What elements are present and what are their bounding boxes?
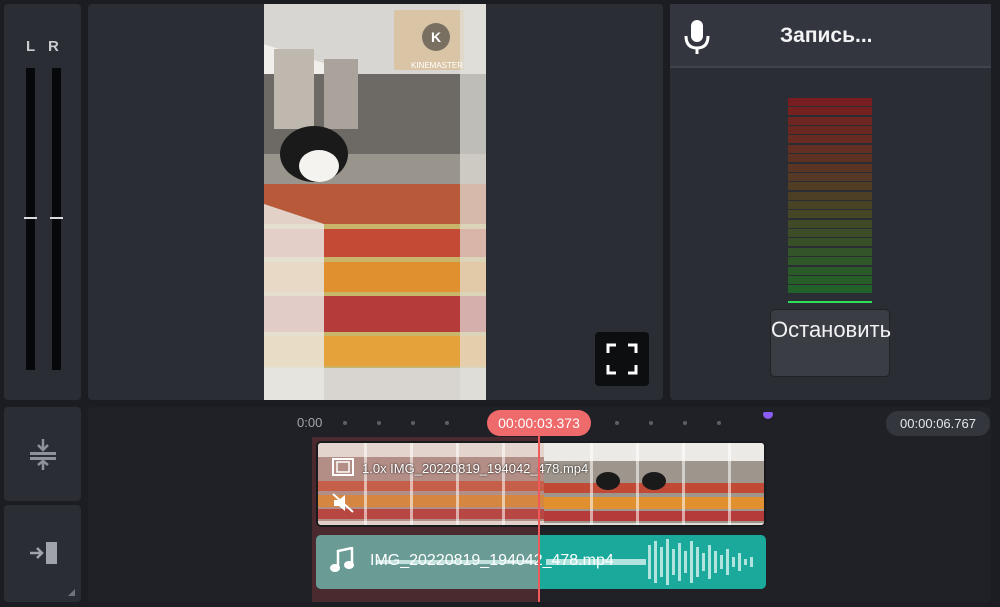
level-segment bbox=[788, 172, 872, 181]
timeline-panel[interactable]: 0:00 00:00:06.767 1.0x IMG_20220819_1940… bbox=[88, 407, 991, 602]
level-segment bbox=[788, 266, 872, 275]
right-channel-meter bbox=[52, 68, 61, 370]
jump-to-end-tool[interactable] bbox=[4, 505, 81, 602]
audio-clip[interactable]: IMG_20220819_194042_478.mp4 bbox=[316, 535, 766, 589]
level-segment bbox=[788, 135, 872, 144]
music-note-icon bbox=[330, 547, 354, 572]
level-segment bbox=[788, 126, 872, 135]
ruler-dot bbox=[411, 421, 415, 425]
stop-recording-button[interactable]: Остановить bbox=[770, 309, 891, 377]
corner-indicator bbox=[68, 589, 75, 596]
right-level-tick bbox=[50, 217, 63, 219]
left-channel-label: L bbox=[26, 38, 36, 55]
ruler-dot bbox=[649, 421, 653, 425]
timeline-start-time: 0:00 bbox=[297, 415, 323, 430]
audio-meter-panel: L R bbox=[4, 4, 81, 400]
video-clip[interactable]: 1.0x IMG_20220819_194042_478.mp4 bbox=[316, 441, 766, 527]
ruler-dot bbox=[717, 421, 721, 425]
audio-clip-label: IMG_20220819_194042_478.mp4 bbox=[370, 552, 614, 569]
mute-toggle[interactable] bbox=[330, 491, 356, 515]
video-clip-thumbnails bbox=[318, 443, 764, 525]
recording-level-meter bbox=[788, 98, 872, 304]
bookmark-marker[interactable] bbox=[763, 412, 773, 419]
level-segment bbox=[788, 201, 872, 209]
recording-title: Запись... bbox=[780, 24, 873, 47]
level-segment bbox=[788, 275, 872, 284]
ruler-dot bbox=[615, 421, 619, 425]
jump-to-end-icon bbox=[30, 542, 57, 564]
level-segment bbox=[788, 257, 872, 266]
svg-text:K: K bbox=[431, 29, 441, 45]
fullscreen-button[interactable] bbox=[595, 332, 649, 386]
timeline-end-time: 00:00:06.767 bbox=[886, 411, 990, 436]
level-segment bbox=[788, 247, 872, 256]
level-segment bbox=[788, 219, 872, 228]
video-clip-label: 1.0x IMG_20220819_194042_478.mp4 bbox=[362, 461, 589, 476]
level-segment bbox=[788, 163, 872, 172]
track-height-icon bbox=[30, 439, 56, 470]
ruler-dot bbox=[343, 421, 347, 425]
speaker-muted-icon bbox=[332, 493, 354, 513]
playhead[interactable] bbox=[538, 435, 540, 602]
level-segment bbox=[788, 238, 872, 247]
level-segment bbox=[788, 182, 872, 191]
video-preview[interactable]: K KINEMASTER bbox=[264, 4, 486, 400]
ruler-dot bbox=[445, 421, 449, 425]
level-segment bbox=[788, 191, 872, 200]
level-segment bbox=[788, 300, 872, 303]
video-frame-image: K KINEMASTER bbox=[264, 4, 486, 400]
track-height-tool[interactable] bbox=[4, 407, 81, 501]
left-level-tick bbox=[24, 217, 37, 219]
fullscreen-icon bbox=[606, 343, 638, 375]
level-segment bbox=[788, 229, 872, 238]
level-segment bbox=[788, 154, 872, 163]
current-time-indicator[interactable]: 00:00:03.373 bbox=[487, 410, 591, 436]
watermark-text: KINEMASTER bbox=[411, 61, 463, 70]
level-segment bbox=[788, 285, 872, 294]
right-channel-label: R bbox=[48, 38, 59, 55]
microphone-icon bbox=[684, 20, 710, 54]
preview-panel: K KINEMASTER bbox=[88, 4, 663, 400]
voice-recording-panel: Запись... Остановить bbox=[670, 4, 991, 400]
level-segment bbox=[788, 98, 872, 106]
left-channel-meter bbox=[26, 68, 35, 370]
film-icon bbox=[332, 458, 354, 476]
ruler-dot bbox=[683, 421, 687, 425]
ruler-dot bbox=[377, 421, 381, 425]
video-track-icon bbox=[330, 455, 356, 479]
level-segment bbox=[788, 144, 872, 153]
level-segment bbox=[788, 210, 872, 219]
level-segment bbox=[788, 107, 872, 116]
recording-header: Запись... bbox=[670, 4, 991, 68]
level-segment bbox=[788, 116, 872, 125]
